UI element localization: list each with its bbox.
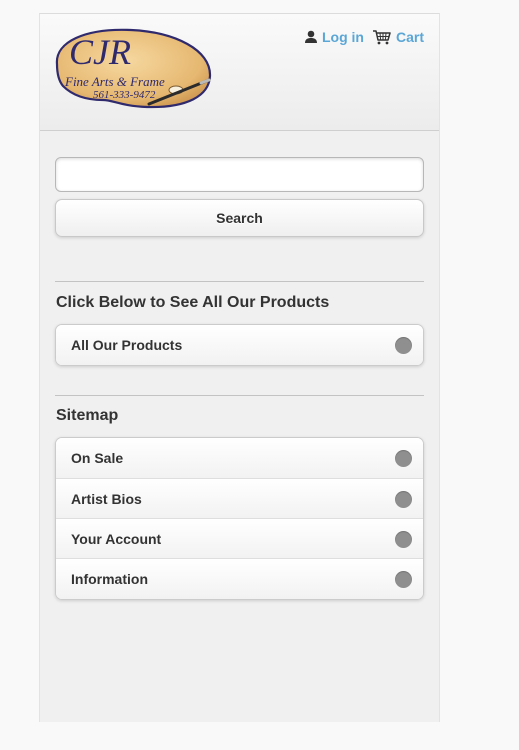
header-links: Log in Cart <box>304 29 424 45</box>
arrow-r-icon <box>395 337 412 354</box>
list-item-label: All Our Products <box>71 337 183 353</box>
sitemap-list: On Sale Artist Bios Your Account Informa… <box>55 437 424 600</box>
list-item-label: Artist Bios <box>71 491 142 507</box>
list-item-all-products[interactable]: All Our Products <box>56 325 423 365</box>
user-icon <box>304 30 317 43</box>
arrow-r-icon <box>395 491 412 508</box>
list-item-label: On Sale <box>71 450 124 466</box>
logo-brand: CJR <box>69 32 131 72</box>
list-item-label: Your Account <box>71 531 162 547</box>
list-item-label: Information <box>71 571 148 587</box>
cjr-logo[interactable]: CJR Fine Arts & Frame 561-333-9472 <box>51 24 213 110</box>
sitemap-heading: Sitemap <box>56 407 119 424</box>
search-button[interactable]: Search <box>55 199 424 237</box>
divider <box>55 395 424 396</box>
list-item-your-account[interactable]: Your Account <box>56 518 423 558</box>
list-item-artist-bios[interactable]: Artist Bios <box>56 478 423 518</box>
search-input[interactable] <box>55 157 424 192</box>
site-header: CJR Fine Arts & Frame 561-333-9472 Log i… <box>40 14 439 131</box>
cart-link[interactable]: Cart <box>372 29 424 45</box>
logo-phone: 561-333-9472 <box>93 89 156 101</box>
list-item-information[interactable]: Information <box>56 558 423 599</box>
arrow-r-icon <box>395 531 412 548</box>
arrow-r-icon <box>395 450 412 467</box>
cart-icon <box>372 30 391 45</box>
login-link[interactable]: Log in <box>304 29 364 45</box>
page-container: CJR Fine Arts & Frame 561-333-9472 Log i… <box>39 13 440 722</box>
arrow-r-icon <box>395 571 412 588</box>
products-heading: Click Below to See All Our Products <box>56 294 330 311</box>
cart-label: Cart <box>395 29 424 45</box>
divider <box>55 281 424 282</box>
login-label: Log in <box>321 29 364 45</box>
logo-tagline: Fine Arts & Frame <box>64 74 165 89</box>
products-list: All Our Products <box>55 324 424 366</box>
list-item-on-sale[interactable]: On Sale <box>56 438 423 478</box>
